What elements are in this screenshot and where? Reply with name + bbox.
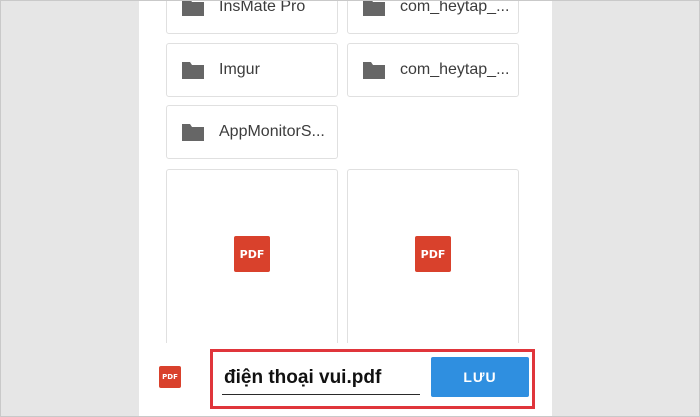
folder-item[interactable]: AppMonitorS... xyxy=(166,105,338,159)
filename-input[interactable] xyxy=(222,361,420,395)
folder-label: com_heytap_... xyxy=(400,61,510,78)
folder-icon xyxy=(363,62,385,79)
folder-label: Imgur xyxy=(219,61,260,78)
folder-icon xyxy=(363,0,385,16)
folder-icon xyxy=(182,0,204,16)
folder-icon xyxy=(182,62,204,79)
folder-item[interactable]: com_heytap_... xyxy=(347,43,519,97)
file-picker: InsMate Pro com_heytap_... Imgur com_hey… xyxy=(139,0,552,417)
pdf-file-item[interactable]: PDF xyxy=(347,169,519,359)
save-bar: PDF LƯU xyxy=(139,343,552,417)
save-button[interactable]: LƯU xyxy=(431,357,529,397)
folder-label: InsMate Pro xyxy=(219,0,306,15)
folder-label: AppMonitorS... xyxy=(219,123,325,140)
folder-item[interactable]: com_heytap_... xyxy=(347,0,519,34)
pdf-file-icon: PDF xyxy=(159,366,181,388)
pdf-file-icon: PDF xyxy=(415,236,451,272)
folder-icon xyxy=(182,124,204,141)
pdf-file-icon: PDF xyxy=(234,236,270,272)
folder-item[interactable]: Imgur xyxy=(166,43,338,97)
pdf-file-item[interactable]: PDF xyxy=(166,169,338,359)
folder-item[interactable]: InsMate Pro xyxy=(166,0,338,34)
folder-label: com_heytap_... xyxy=(400,0,510,15)
